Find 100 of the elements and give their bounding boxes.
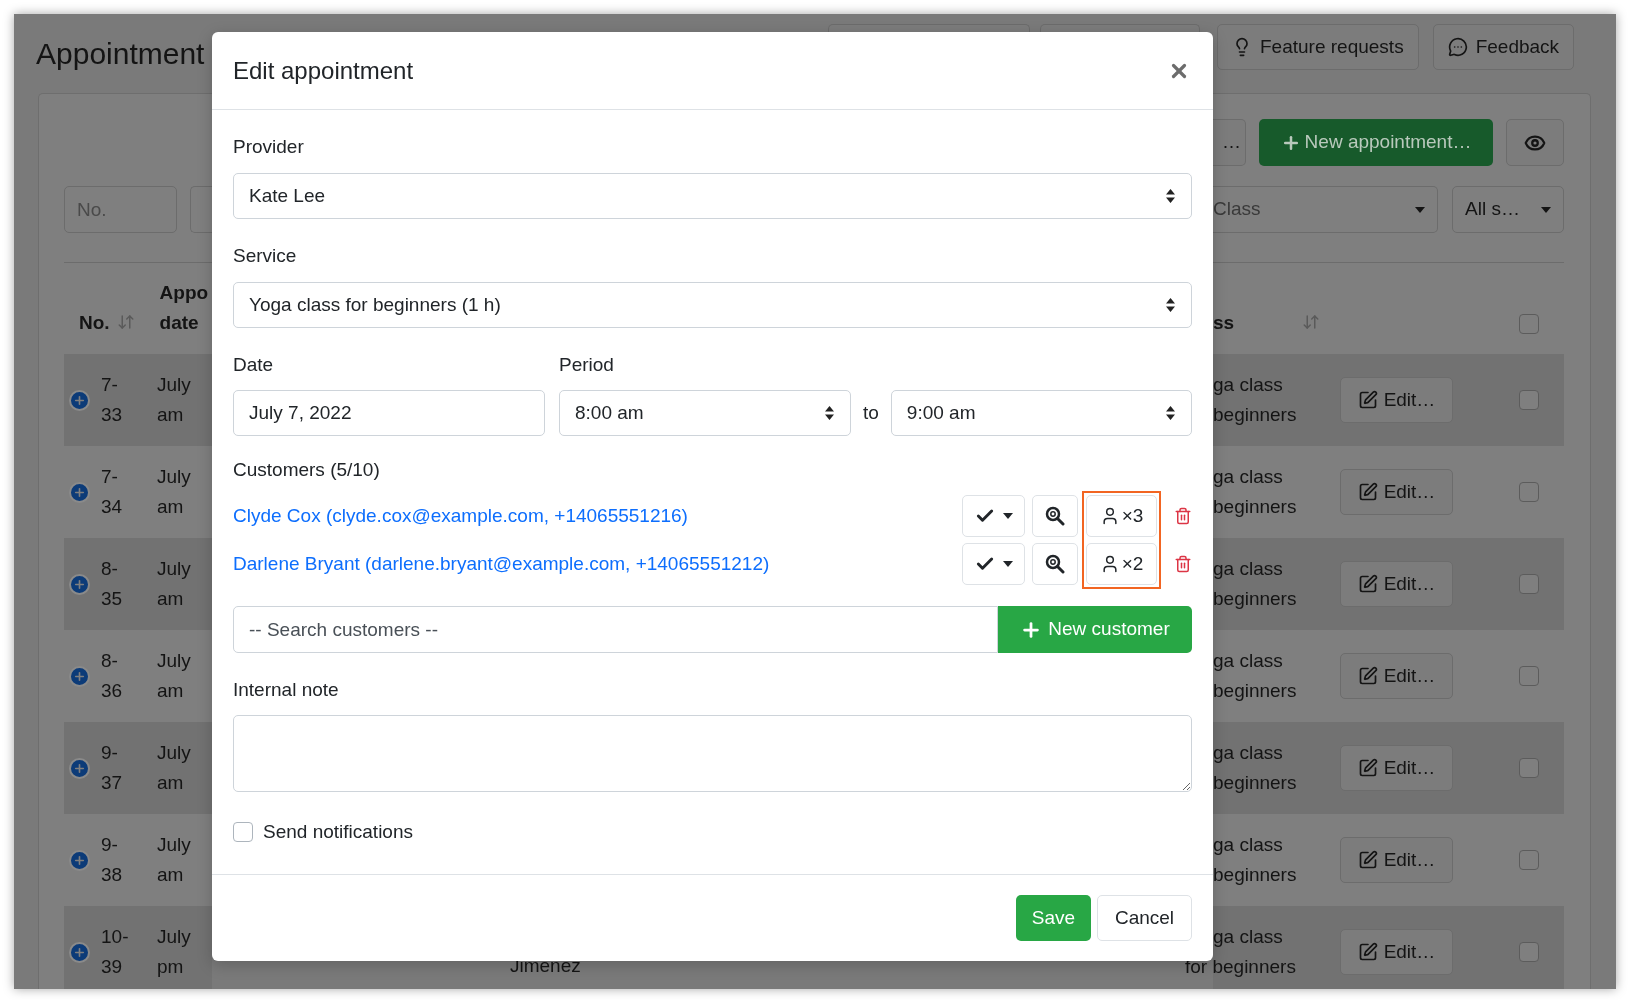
date-filter-field[interactable] [190, 186, 212, 233]
edit-button[interactable]: Edit… [1340, 837, 1453, 883]
delete-icon[interactable] [1174, 507, 1192, 525]
caret-icon [1415, 206, 1425, 213]
delete-icon[interactable] [1174, 555, 1192, 573]
status-dropdown-button[interactable] [962, 495, 1025, 537]
checkbox[interactable] [1519, 758, 1539, 778]
appointment-number: 10- 39 [101, 925, 130, 979]
edit-button[interactable]: Edit… [1340, 929, 1453, 975]
select-arrows-icon [1166, 298, 1175, 312]
provider-select[interactable]: Kate Lee [233, 173, 1192, 219]
edit-icon [1357, 390, 1378, 410]
expand-icon[interactable] [69, 849, 90, 871]
caret-icon [1002, 561, 1013, 567]
customer-name: Jimenez [510, 955, 581, 976]
field-label: Service [233, 244, 298, 268]
appointment-date: July am [157, 833, 191, 887]
checkbox[interactable] [1519, 482, 1539, 502]
edit-icon [1357, 942, 1378, 962]
customer-link[interactable]: Clyde Cox (clyde.cox@example.com, +14065551216) [233, 501, 688, 531]
cancel-button[interactable]: Cancel [1097, 895, 1192, 941]
chat-icon [1447, 37, 1468, 57]
class-filter-select[interactable]: Class [1213, 186, 1438, 233]
edit-icon [1357, 758, 1378, 778]
edit-icon [1357, 482, 1378, 502]
field-label: Date [233, 353, 275, 377]
column-header[interactable]: ss [1213, 308, 1302, 338]
class-name: ga class beginners [1213, 833, 1298, 887]
checkbox[interactable] [1519, 942, 1539, 962]
appointment-date: July am [157, 557, 191, 611]
expand-icon[interactable] [69, 941, 90, 963]
expand-icon[interactable] [69, 389, 90, 411]
end-time-select[interactable]: 9:00 am [890, 390, 1192, 436]
edit-button[interactable]: Edit… [1340, 377, 1453, 423]
caret-icon [1541, 206, 1551, 213]
appointment-number: 7- 33 [101, 373, 124, 427]
select-arrows-icon [1166, 189, 1175, 203]
class-name: ga class beginners [1213, 557, 1298, 611]
toolbar-button[interactable]: … [1213, 119, 1246, 166]
sort-icon[interactable] [1302, 313, 1320, 331]
appointment-date: July am [157, 373, 191, 427]
class-name: ga class beginners [1213, 741, 1298, 795]
appointment-date: July am [157, 649, 191, 703]
edit-icon [1357, 574, 1378, 594]
date-field[interactable]: July 7, 2022 [233, 390, 545, 436]
checkbox-label: Send notifications [263, 820, 413, 844]
status-filter-select[interactable]: All s… [1452, 186, 1564, 233]
edit-button[interactable]: Edit… [1340, 469, 1453, 515]
column-header[interactable]: No. [79, 308, 110, 338]
expand-icon[interactable] [69, 573, 90, 595]
edit-button[interactable]: Edit… [1340, 561, 1453, 607]
checkbox[interactable] [233, 822, 253, 843]
sort-icon[interactable] [116, 313, 135, 331]
attendee-count-button[interactable]: ×2 [1086, 543, 1157, 585]
column-header[interactable]: Appo date [159, 278, 209, 338]
new-customer-button[interactable]: New customer [998, 606, 1192, 653]
status-dropdown-button[interactable] [962, 543, 1025, 585]
search-icon [1045, 506, 1065, 526]
period-separator: to [863, 401, 879, 425]
new-appointment-button[interactable]: New appointment… [1258, 119, 1494, 166]
edit-button[interactable]: Edit… [1340, 745, 1453, 791]
attendee-count-button[interactable]: ×3 [1086, 495, 1157, 537]
note-field[interactable] [233, 715, 1192, 792]
appointment-date: July pm [157, 925, 191, 979]
payment-search-button[interactable] [1032, 495, 1078, 537]
search-icon [1045, 554, 1065, 574]
checkbox[interactable] [1519, 314, 1539, 334]
checkbox[interactable] [1519, 850, 1539, 870]
expand-icon[interactable] [69, 481, 90, 503]
edit-button[interactable]: Edit… [1340, 653, 1453, 699]
feature-requests-button[interactable]: Feature requests [1217, 24, 1419, 70]
service-select[interactable]: Yoga class for beginners (1 h) [233, 282, 1192, 328]
checkbox[interactable] [1519, 390, 1539, 410]
expand-icon[interactable] [69, 665, 90, 687]
save-button[interactable]: Save [1016, 895, 1091, 941]
edit-icon [1357, 850, 1378, 870]
field-label: Period [559, 353, 615, 377]
checkbox[interactable] [1519, 574, 1539, 594]
customer-link[interactable]: Darlene Bryant (darlene.bryant@example.com, +14065551212) [233, 549, 770, 579]
class-name: ga class beginners [1213, 465, 1298, 519]
appointment-date: July am [157, 465, 191, 519]
class-name: ga class beginners [1213, 649, 1298, 703]
select-arrows-icon [825, 406, 834, 420]
payment-search-button[interactable] [1032, 543, 1078, 585]
select-arrows-icon [1166, 406, 1175, 420]
expand-icon[interactable] [69, 757, 90, 779]
appointment-number: 8- 36 [101, 649, 124, 703]
appointment-number: 8- 35 [101, 557, 124, 611]
start-time-select[interactable]: 8:00 am [559, 390, 851, 436]
feedback-button[interactable]: Feedback [1432, 24, 1575, 70]
checkbox[interactable] [1519, 666, 1539, 686]
caret-icon [1002, 513, 1013, 519]
dialog-title: Edit appointment [233, 55, 414, 86]
visibility-button[interactable] [1506, 119, 1564, 166]
field-label: Customers (5/10) [233, 458, 381, 482]
class-name: ga class beginners [1213, 373, 1298, 427]
appointment-date: July am [157, 741, 191, 795]
appointment-number: 7- 34 [101, 465, 124, 519]
customer-search-field[interactable]: -- Search customers -- [233, 606, 998, 653]
edit-icon [1357, 666, 1378, 686]
